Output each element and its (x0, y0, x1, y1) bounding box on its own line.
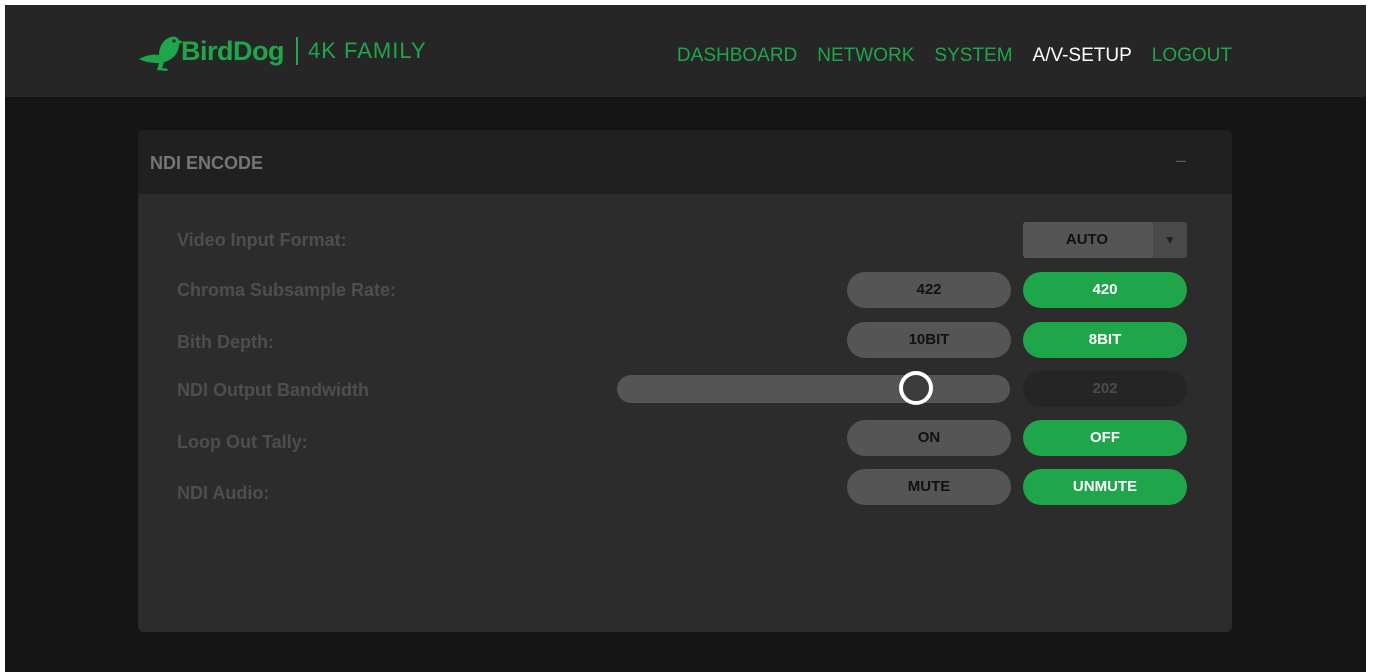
ndi-encode-panel: NDI ENCODE – Video Input Format: AUTO ▼ … (138, 130, 1232, 632)
chroma-subsample-label: Chroma Subsample Rate: (177, 280, 397, 300)
brand-name: BirdDog (181, 35, 284, 66)
bandwidth-slider-thumb[interactable] (898, 371, 933, 405)
nav-av-setup[interactable]: A/V-SETUP (1033, 45, 1132, 67)
bit-depth-10bit-button[interactable]: 10BIT (847, 322, 1011, 358)
loop-out-tally-label: Loop Out Tally: (177, 432, 308, 452)
bandwidth-slider-track[interactable] (617, 375, 1010, 403)
brand-divider (295, 37, 298, 65)
video-input-format-value: AUTO (1065, 231, 1109, 248)
ndi-audio-label: NDI Audio: (177, 483, 270, 503)
chroma-422-button[interactable]: 422 (847, 272, 1011, 308)
nav-dashboard[interactable]: DASHBOARD (677, 45, 797, 67)
chroma-420-button[interactable]: 420 (1023, 272, 1187, 308)
top-navigation-bar: BirdDog 4K FAMILY DASHBOARD NETWORK SYST… (5, 5, 1366, 97)
panel-title: NDI ENCODE (150, 153, 264, 173)
main-nav: DASHBOARD NETWORK SYSTEM A/V-SETUP LOGOU… (677, 45, 1232, 67)
bit-depth-label: Bith Depth: (177, 332, 274, 352)
bandwidth-value: 202 (1023, 371, 1187, 407)
app-frame: BirdDog 4K FAMILY DASHBOARD NETWORK SYST… (5, 5, 1366, 672)
product-family: 4K FAMILY (307, 38, 427, 63)
nav-network[interactable]: NETWORK (817, 45, 914, 67)
nav-system[interactable]: SYSTEM (934, 45, 1012, 67)
ndi-audio-mute-button[interactable]: MUTE (847, 469, 1011, 505)
panel-header: NDI ENCODE – (138, 130, 1232, 194)
ndi-audio-unmute-button[interactable]: UNMUTE (1023, 469, 1187, 505)
video-input-format-select[interactable]: AUTO ▼ (1023, 222, 1187, 258)
brand-logo[interactable]: BirdDog 4K FAMILY (137, 23, 427, 79)
bit-depth-8bit-button[interactable]: 8BIT (1023, 322, 1187, 358)
loop-out-tally-off-button[interactable]: OFF (1023, 420, 1187, 456)
ndi-output-bandwidth-label: NDI Output Bandwidth (177, 380, 369, 400)
chevron-down-icon: ▼ (1153, 222, 1187, 258)
nav-logout[interactable]: LOGOUT (1152, 45, 1232, 67)
collapse-button[interactable]: – (1176, 150, 1186, 171)
bird-icon (137, 29, 183, 73)
video-input-format-label: Video Input Format: (177, 230, 347, 250)
loop-out-tally-on-button[interactable]: ON (847, 420, 1011, 456)
